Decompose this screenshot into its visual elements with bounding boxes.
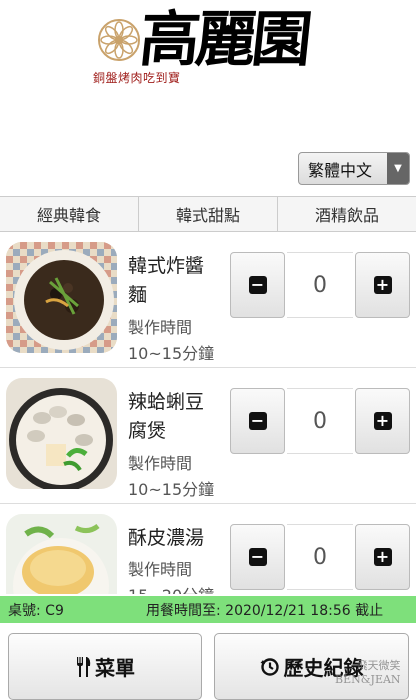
tab-alcoholic-drinks[interactable]: 酒精飲品 xyxy=(278,197,416,231)
menu-item-name: 韓式炸醬麵 xyxy=(128,255,205,306)
chevron-down-icon: ▼ xyxy=(387,153,409,184)
prep-time-label: 製作時間 xyxy=(128,454,193,473)
minus-icon: − xyxy=(248,412,267,430)
watermark-line2: BEN&JEAN xyxy=(335,673,401,686)
watermark-line1: 飛天微笑 xyxy=(356,659,401,672)
menu-list: 韓式炸醬麵 製作時間 10~15分鐘 − 0 + 辣蛤蜊豆腐煲 製作時間 10~… xyxy=(0,232,416,594)
category-tabs: 經典韓食 韓式甜點 酒精飲品 xyxy=(0,196,416,232)
quantity-stepper: − 0 + xyxy=(230,388,410,454)
language-select-value: 繁體中文 xyxy=(308,160,373,180)
quantity-value: 0 xyxy=(287,388,353,454)
menu-item: 韓式炸醬麵 製作時間 10~15分鐘 − 0 + xyxy=(0,232,416,368)
brand-logo: 高麗園 xyxy=(136,5,312,75)
quantity-value: 0 xyxy=(287,252,353,318)
flower-emblem-icon xyxy=(98,19,140,61)
increase-button[interactable]: + xyxy=(355,388,410,454)
header: 高麗園 銅盤烤肉吃到寶 xyxy=(0,0,416,150)
menu-item-name: 酥皮濃湯 xyxy=(128,527,205,549)
utensils-icon xyxy=(75,656,91,677)
quantity-stepper: − 0 + xyxy=(230,252,410,318)
menu-item: 辣蛤蜊豆腐煲 製作時間 10~15分鐘 − 0 + xyxy=(0,368,416,504)
jajangmyeon-photo xyxy=(6,242,117,353)
menu-button-label: 菜單 xyxy=(95,656,135,680)
prep-time-value: 15~20分鐘 xyxy=(128,582,214,594)
history-icon xyxy=(260,657,280,677)
menu-item: 酥皮濃湯 製作時間 15~20分鐘 − 0 + xyxy=(0,504,416,594)
watermark: 飛天微笑 BEN&JEAN xyxy=(335,659,401,687)
meal-time-deadline: 用餐時間至: 2020/12/21 18:56 截止 xyxy=(146,602,384,619)
decrease-button[interactable]: − xyxy=(230,252,285,318)
tab-classic-korean[interactable]: 經典韓食 xyxy=(0,197,139,231)
menu-button[interactable]: 菜單 xyxy=(8,633,202,700)
puff-pastry-soup-photo xyxy=(6,514,117,594)
minus-icon: − xyxy=(248,548,267,566)
prep-time-label: 製作時間 xyxy=(128,318,193,337)
increase-button[interactable]: + xyxy=(355,252,410,318)
status-bar: 桌號: C9 用餐時間至: 2020/12/21 18:56 截止 xyxy=(0,596,416,623)
menu-item-name: 辣蛤蜊豆腐煲 xyxy=(128,391,205,442)
minus-icon: − xyxy=(248,276,267,294)
brand-tagline: 銅盤烤肉吃到寶 xyxy=(93,71,181,85)
tab-korean-dessert[interactable]: 韓式甜點 xyxy=(139,197,278,231)
clam-tofu-stew-photo xyxy=(6,378,117,489)
increase-button[interactable]: + xyxy=(355,524,410,590)
prep-time-label: 製作時間 xyxy=(128,560,193,579)
plus-icon: + xyxy=(373,276,392,294)
prep-time-value: 10~15分鐘 xyxy=(128,344,215,363)
bottom-nav: 菜單 歷史紀錄 飛天微笑 BEN&JEAN xyxy=(0,623,416,700)
quantity-value: 0 xyxy=(287,524,353,590)
decrease-button[interactable]: − xyxy=(230,524,285,590)
language-select[interactable]: 繁體中文 ▼ xyxy=(298,152,410,185)
prep-time-value: 10~15分鐘 xyxy=(128,480,215,499)
table-number: 桌號: C9 xyxy=(8,602,64,619)
quantity-stepper: − 0 + xyxy=(230,524,410,590)
plus-icon: + xyxy=(373,412,392,430)
plus-icon: + xyxy=(373,548,392,566)
decrease-button[interactable]: − xyxy=(230,388,285,454)
